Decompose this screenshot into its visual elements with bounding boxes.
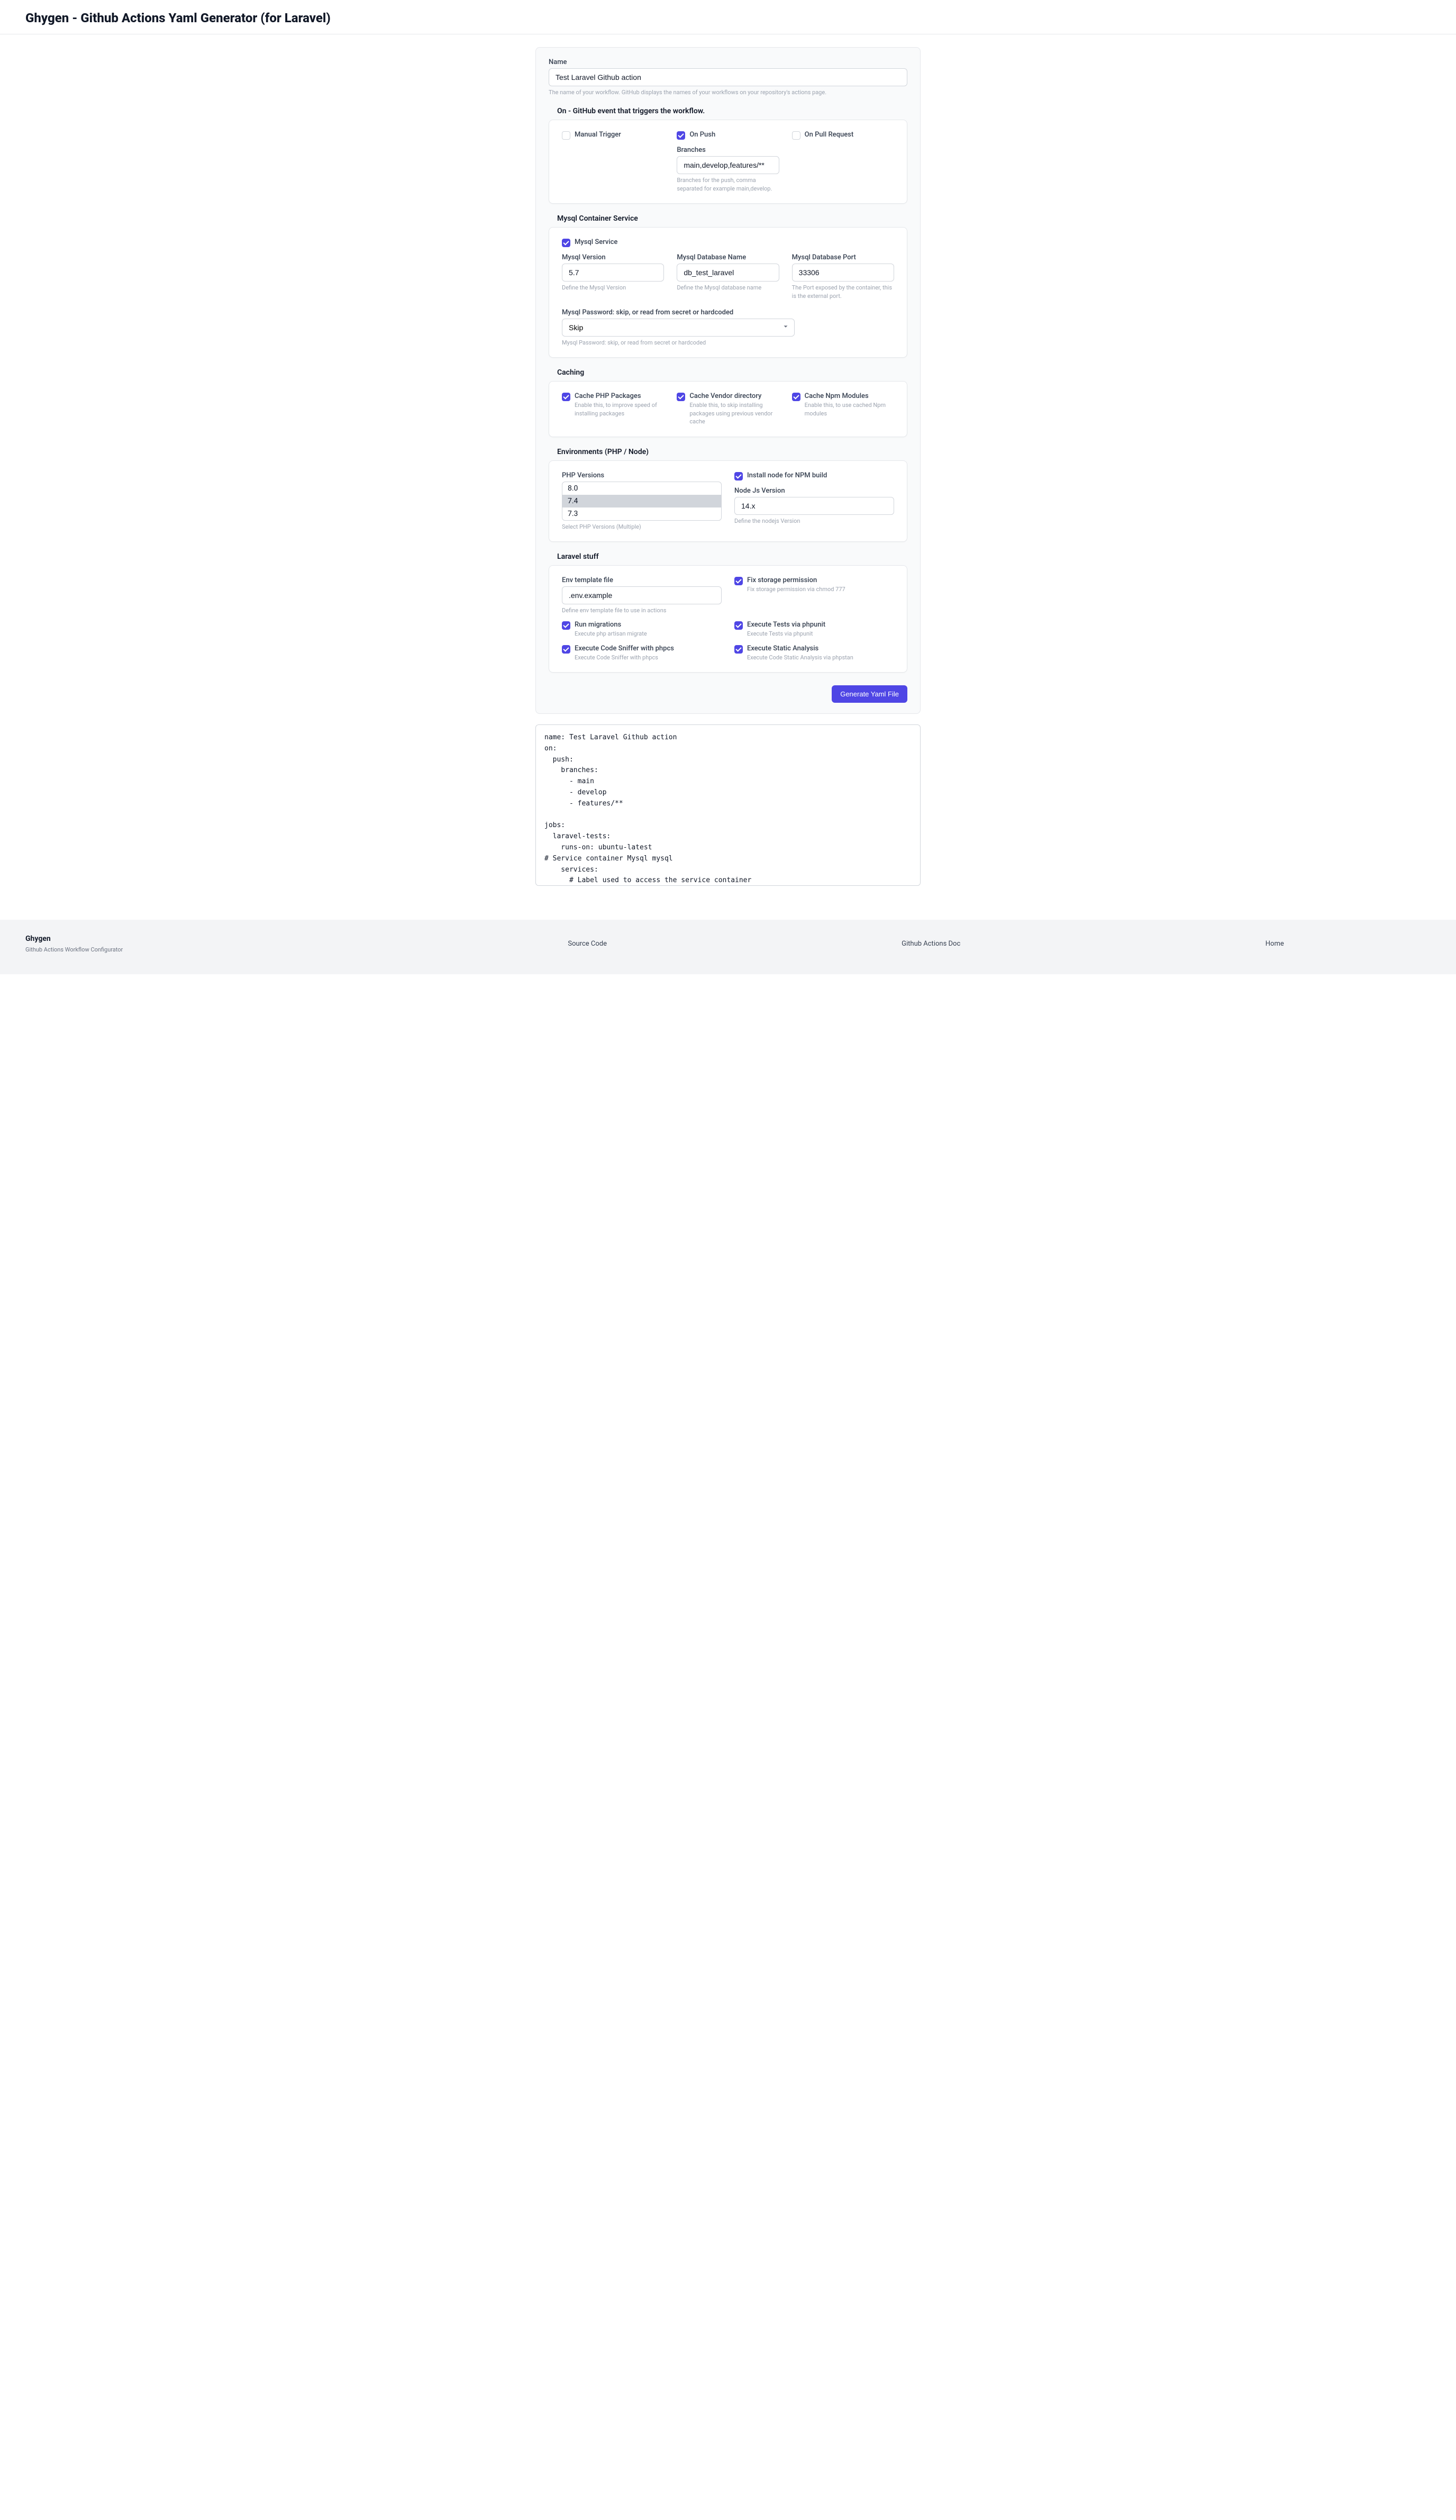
caching-header: Caching	[557, 368, 907, 377]
footer-subtitle: Github Actions Workflow Configurator	[25, 946, 399, 953]
caching-card: Cache PHP Packages Enable this, to impro…	[549, 381, 907, 437]
mysql-card: Mysql Service Mysql Version Define the M…	[549, 227, 907, 358]
triggers-header: On - GitHub event that triggers the work…	[557, 107, 907, 115]
mysql-dbname-hint: Define the Mysql database name	[677, 284, 779, 292]
push-branches-hint: Branches for the push, comma separated f…	[677, 176, 779, 193]
run-migrations-label: Run migrations	[575, 621, 647, 629]
cache-npm-label: Cache Npm Modules	[805, 392, 894, 400]
cache-npm-hint: Enable this, to use cached Npm modules	[805, 401, 894, 418]
phpcs-hint: Execute Code Sniffer with phpcs	[575, 654, 674, 661]
footer-title: Ghygen	[25, 935, 399, 943]
triggers-card: Manual Trigger On Push Branches Branches…	[549, 120, 907, 204]
env-card: PHP Versions 8.0 7.4 7.3 Select PHP Vers…	[549, 460, 907, 542]
mysql-header: Mysql Container Service	[557, 214, 907, 223]
php-versions-hint: Select PHP Versions (Multiple)	[562, 523, 722, 531]
cache-vendor-checkbox[interactable]	[677, 393, 685, 401]
php-option-73[interactable]: 7.3	[562, 507, 721, 520]
node-version-hint: Define the nodejs Version	[734, 517, 894, 525]
install-node-checkbox[interactable]	[734, 472, 743, 481]
cache-php-checkbox[interactable]	[562, 393, 570, 401]
php-option-80[interactable]: 8.0	[562, 482, 721, 495]
cache-php-label: Cache PHP Packages	[575, 392, 664, 400]
generate-button[interactable]: Generate Yaml File	[832, 685, 907, 703]
mysql-dbname-label: Mysql Database Name	[677, 253, 779, 261]
yaml-output: name: Test Laravel Github action on: pus…	[535, 724, 921, 886]
name-input[interactable]	[549, 68, 907, 86]
mysql-password-label: Mysql Password: skip, or read from secre…	[562, 309, 894, 316]
on-push-checkbox[interactable]	[677, 131, 685, 140]
manual-trigger-label: Manual Trigger	[575, 131, 621, 139]
mysql-service-label: Mysql Service	[575, 238, 617, 246]
php-versions-label: PHP Versions	[562, 472, 722, 479]
mysql-password-select[interactable]: Skip	[562, 319, 795, 337]
env-template-label: Env template file	[562, 576, 722, 584]
mysql-version-label: Mysql Version	[562, 253, 664, 261]
run-migrations-hint: Execute php artisan migrate	[575, 630, 647, 638]
mysql-version-input[interactable]	[562, 264, 664, 282]
footer: Ghygen Github Actions Workflow Configura…	[0, 920, 1456, 974]
manual-trigger-checkbox[interactable]	[562, 131, 570, 140]
on-pull-label: On Pull Request	[805, 131, 854, 139]
mysql-port-label: Mysql Database Port	[792, 253, 894, 261]
node-version-label: Node Js Version	[734, 487, 894, 495]
push-branches-label: Branches	[677, 146, 779, 154]
name-hint: The name of your workflow. GitHub displa…	[549, 88, 907, 96]
env-header: Environments (PHP / Node)	[557, 448, 907, 456]
phpstan-label: Execute Static Analysis	[747, 645, 853, 652]
mysql-password-hint: Mysql Password: skip, or read from secre…	[562, 339, 894, 347]
php-versions-select[interactable]: 8.0 7.4 7.3	[562, 482, 722, 521]
phpcs-checkbox[interactable]	[562, 645, 570, 654]
push-branches-input[interactable]	[677, 156, 779, 174]
cache-php-hint: Enable this, to improve speed of install…	[575, 401, 664, 418]
cache-vendor-label: Cache Vendor directory	[689, 392, 779, 400]
main-form-card: Name The name of your workflow. GitHub d…	[535, 47, 921, 714]
footer-link-home[interactable]: Home	[1118, 935, 1431, 948]
fix-storage-hint: Fix storage permission via chmod 777	[747, 585, 845, 593]
footer-link-source[interactable]: Source Code	[431, 935, 743, 948]
fix-storage-checkbox[interactable]	[734, 577, 743, 585]
laravel-header: Laravel stuff	[557, 552, 907, 561]
phpstan-checkbox[interactable]	[734, 645, 743, 654]
phpunit-checkbox[interactable]	[734, 621, 743, 630]
name-label: Name	[549, 58, 907, 66]
phpstan-hint: Execute Code Static Analysis via phpstan	[747, 654, 853, 661]
env-template-input[interactable]	[562, 586, 722, 604]
node-version-input[interactable]	[734, 497, 894, 515]
mysql-port-hint: The Port exposed by the container, this …	[792, 284, 894, 300]
install-node-label: Install node for NPM build	[747, 472, 827, 479]
phpunit-label: Execute Tests via phpunit	[747, 621, 825, 629]
fix-storage-label: Fix storage permission	[747, 576, 845, 584]
phpunit-hint: Execute Tests via phpunit	[747, 630, 825, 638]
mysql-port-input[interactable]	[792, 264, 894, 282]
on-pull-checkbox[interactable]	[792, 131, 800, 140]
footer-link-docs[interactable]: Github Actions Doc	[775, 935, 1087, 948]
on-push-label: On Push	[689, 131, 715, 139]
mysql-dbname-input[interactable]	[677, 264, 779, 282]
mysql-version-hint: Define the Mysql Version	[562, 284, 664, 292]
cache-vendor-hint: Enable this, to skip installing packages…	[689, 401, 779, 425]
run-migrations-checkbox[interactable]	[562, 621, 570, 630]
php-option-74[interactable]: 7.4	[562, 495, 721, 507]
mysql-service-checkbox[interactable]	[562, 239, 570, 247]
env-template-hint: Define env template file to use in actio…	[562, 606, 722, 614]
cache-npm-checkbox[interactable]	[792, 393, 800, 401]
phpcs-label: Execute Code Sniffer with phpcs	[575, 645, 674, 652]
laravel-card: Env template file Define env template fi…	[549, 565, 907, 673]
page-title: Ghygen - Github Actions Yaml Generator (…	[0, 0, 1456, 34]
